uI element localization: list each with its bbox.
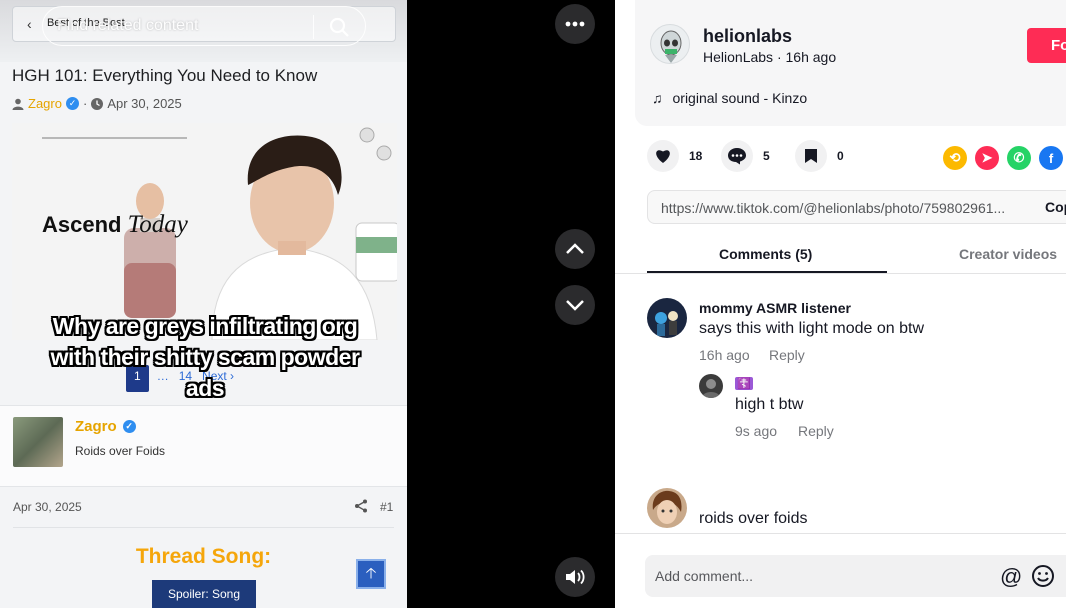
reply-button[interactable]: Reply [798, 423, 834, 439]
post-author: Zagro ✓ [75, 418, 136, 435]
ad-image: Ascend Today [12, 123, 397, 340]
comment-icon[interactable] [721, 140, 753, 172]
mention-icon[interactable]: @ [1000, 564, 1022, 590]
facebook-icon[interactable]: f [1039, 146, 1063, 170]
commenter-name[interactable]: ☦️ [735, 377, 753, 390]
tab-bar: Comments (5) Creator videos [647, 234, 1066, 274]
comment-count: 5 [763, 149, 770, 163]
bookmark-icon[interactable] [795, 140, 827, 172]
emoji-icon[interactable] [1031, 564, 1055, 588]
post-author-avatar [13, 417, 63, 467]
commenter-avatar[interactable] [647, 488, 687, 528]
thread-author: Zagro [28, 96, 62, 111]
meta-separator: · [82, 96, 88, 111]
post-author-title: Roids over Foids [75, 444, 166, 458]
arrow-up-icon: 🡡 [356, 559, 386, 589]
spoiler-box: Spoiler: Song [152, 580, 256, 608]
tab-divider [615, 273, 1066, 274]
chevron-up-icon [566, 243, 584, 254]
share-link-row: https://www.tiktok.com/@helionlabs/photo… [647, 190, 1066, 224]
sound-title: original sound - Kinzo [672, 90, 808, 106]
chevron-left-icon: ‹ [27, 16, 32, 32]
send-icon[interactable]: ➤ [975, 146, 999, 170]
action-bar: 18 5 0 [647, 140, 859, 172]
comment-text: says this with light mode on btw [699, 320, 924, 337]
author-display-name: HelionLabs [703, 49, 774, 65]
find-related-search[interactable]: Find related content [42, 6, 366, 46]
share-icon [354, 499, 368, 516]
more-horizontal-icon [565, 21, 585, 27]
verified-icon: ✓ [122, 420, 136, 433]
share-icons: ⟲ ➤ ✆ f [943, 146, 1063, 170]
author-card: helionlabs HelionLabs · 16h ago Fo ♫ ori… [635, 0, 1066, 126]
ad-brand: Ascend Today [42, 211, 188, 239]
post-header: Zagro ✓ Roids over Foids [0, 405, 407, 487]
sound-link[interactable]: ♫ original sound - Kinzo [652, 90, 807, 106]
comment-time: 9s ago [735, 423, 778, 439]
music-note-icon: ♫ [652, 90, 663, 106]
user-icon [12, 98, 24, 110]
commenter-name[interactable]: mommy ASMR listener [699, 300, 851, 316]
more-options-button[interactable] [555, 4, 595, 44]
post-age: 16h ago [785, 49, 837, 65]
author-subline: HelionLabs · 16h ago [703, 49, 837, 65]
post-author-name: Zagro [75, 418, 117, 435]
share-link-url[interactable]: https://www.tiktok.com/@helionlabs/photo… [661, 200, 1005, 216]
follow-button[interactable]: Fo [1027, 28, 1066, 63]
whatsapp-icon[interactable]: ✆ [1007, 146, 1031, 170]
tab-comments[interactable]: Comments (5) [719, 246, 812, 262]
thread-meta: Zagro ✓ · Apr 30, 2025 [12, 96, 182, 111]
save-count: 0 [837, 149, 844, 163]
volume-button[interactable] [555, 557, 595, 597]
author-username[interactable]: helionlabs [703, 26, 792, 47]
ad-brand-italic: Today [127, 211, 188, 238]
comment-time: 16h ago [699, 347, 750, 363]
post-divider [13, 527, 394, 528]
like-count: 18 [689, 149, 703, 163]
copy-link-button[interactable]: Cop [1045, 199, 1066, 215]
thread-date: Apr 30, 2025 [107, 96, 182, 111]
thread-title: HGH 101: Everything You Need to Know [12, 66, 318, 85]
comment-action[interactable]: 5 [721, 140, 777, 172]
post-photo: ‹ Best of the Best Find related content … [0, 0, 407, 608]
comment-text: high t btw [735, 396, 804, 413]
verified-icon: ✓ [65, 97, 79, 110]
commenter-avatar[interactable] [647, 298, 687, 338]
clock-icon [91, 97, 104, 110]
comment-text: roids over foids [699, 510, 808, 527]
find-related-placeholder: Find related content [57, 17, 199, 34]
tab-creator-videos[interactable]: Creator videos [959, 246, 1057, 262]
repost-icon[interactable]: ⟲ [943, 146, 967, 170]
reply-button[interactable]: Reply [769, 347, 805, 363]
search-icon[interactable] [327, 15, 351, 39]
meme-caption: Why are greys infiltrating org with thei… [50, 313, 360, 401]
commenter-avatar[interactable] [699, 374, 723, 398]
details-panel: helionlabs HelionLabs · 16h ago Fo ♫ ori… [615, 0, 1066, 608]
volume-icon [566, 569, 585, 585]
post-number: #1 [380, 500, 394, 514]
comment-composer: @ [615, 533, 1066, 608]
author-avatar[interactable] [650, 24, 690, 64]
previous-post-button[interactable] [555, 229, 595, 269]
thread-song-heading: Thread Song: [135, 545, 272, 568]
like-action[interactable]: 18 [647, 140, 703, 172]
heart-icon[interactable] [647, 140, 679, 172]
next-post-button[interactable] [555, 285, 595, 325]
post-date: Apr 30, 2025 [13, 500, 82, 514]
search-divider [313, 15, 314, 39]
save-action[interactable]: 0 [795, 140, 851, 172]
ad-brand-bold: Ascend [42, 212, 122, 237]
chevron-down-icon [566, 300, 584, 311]
